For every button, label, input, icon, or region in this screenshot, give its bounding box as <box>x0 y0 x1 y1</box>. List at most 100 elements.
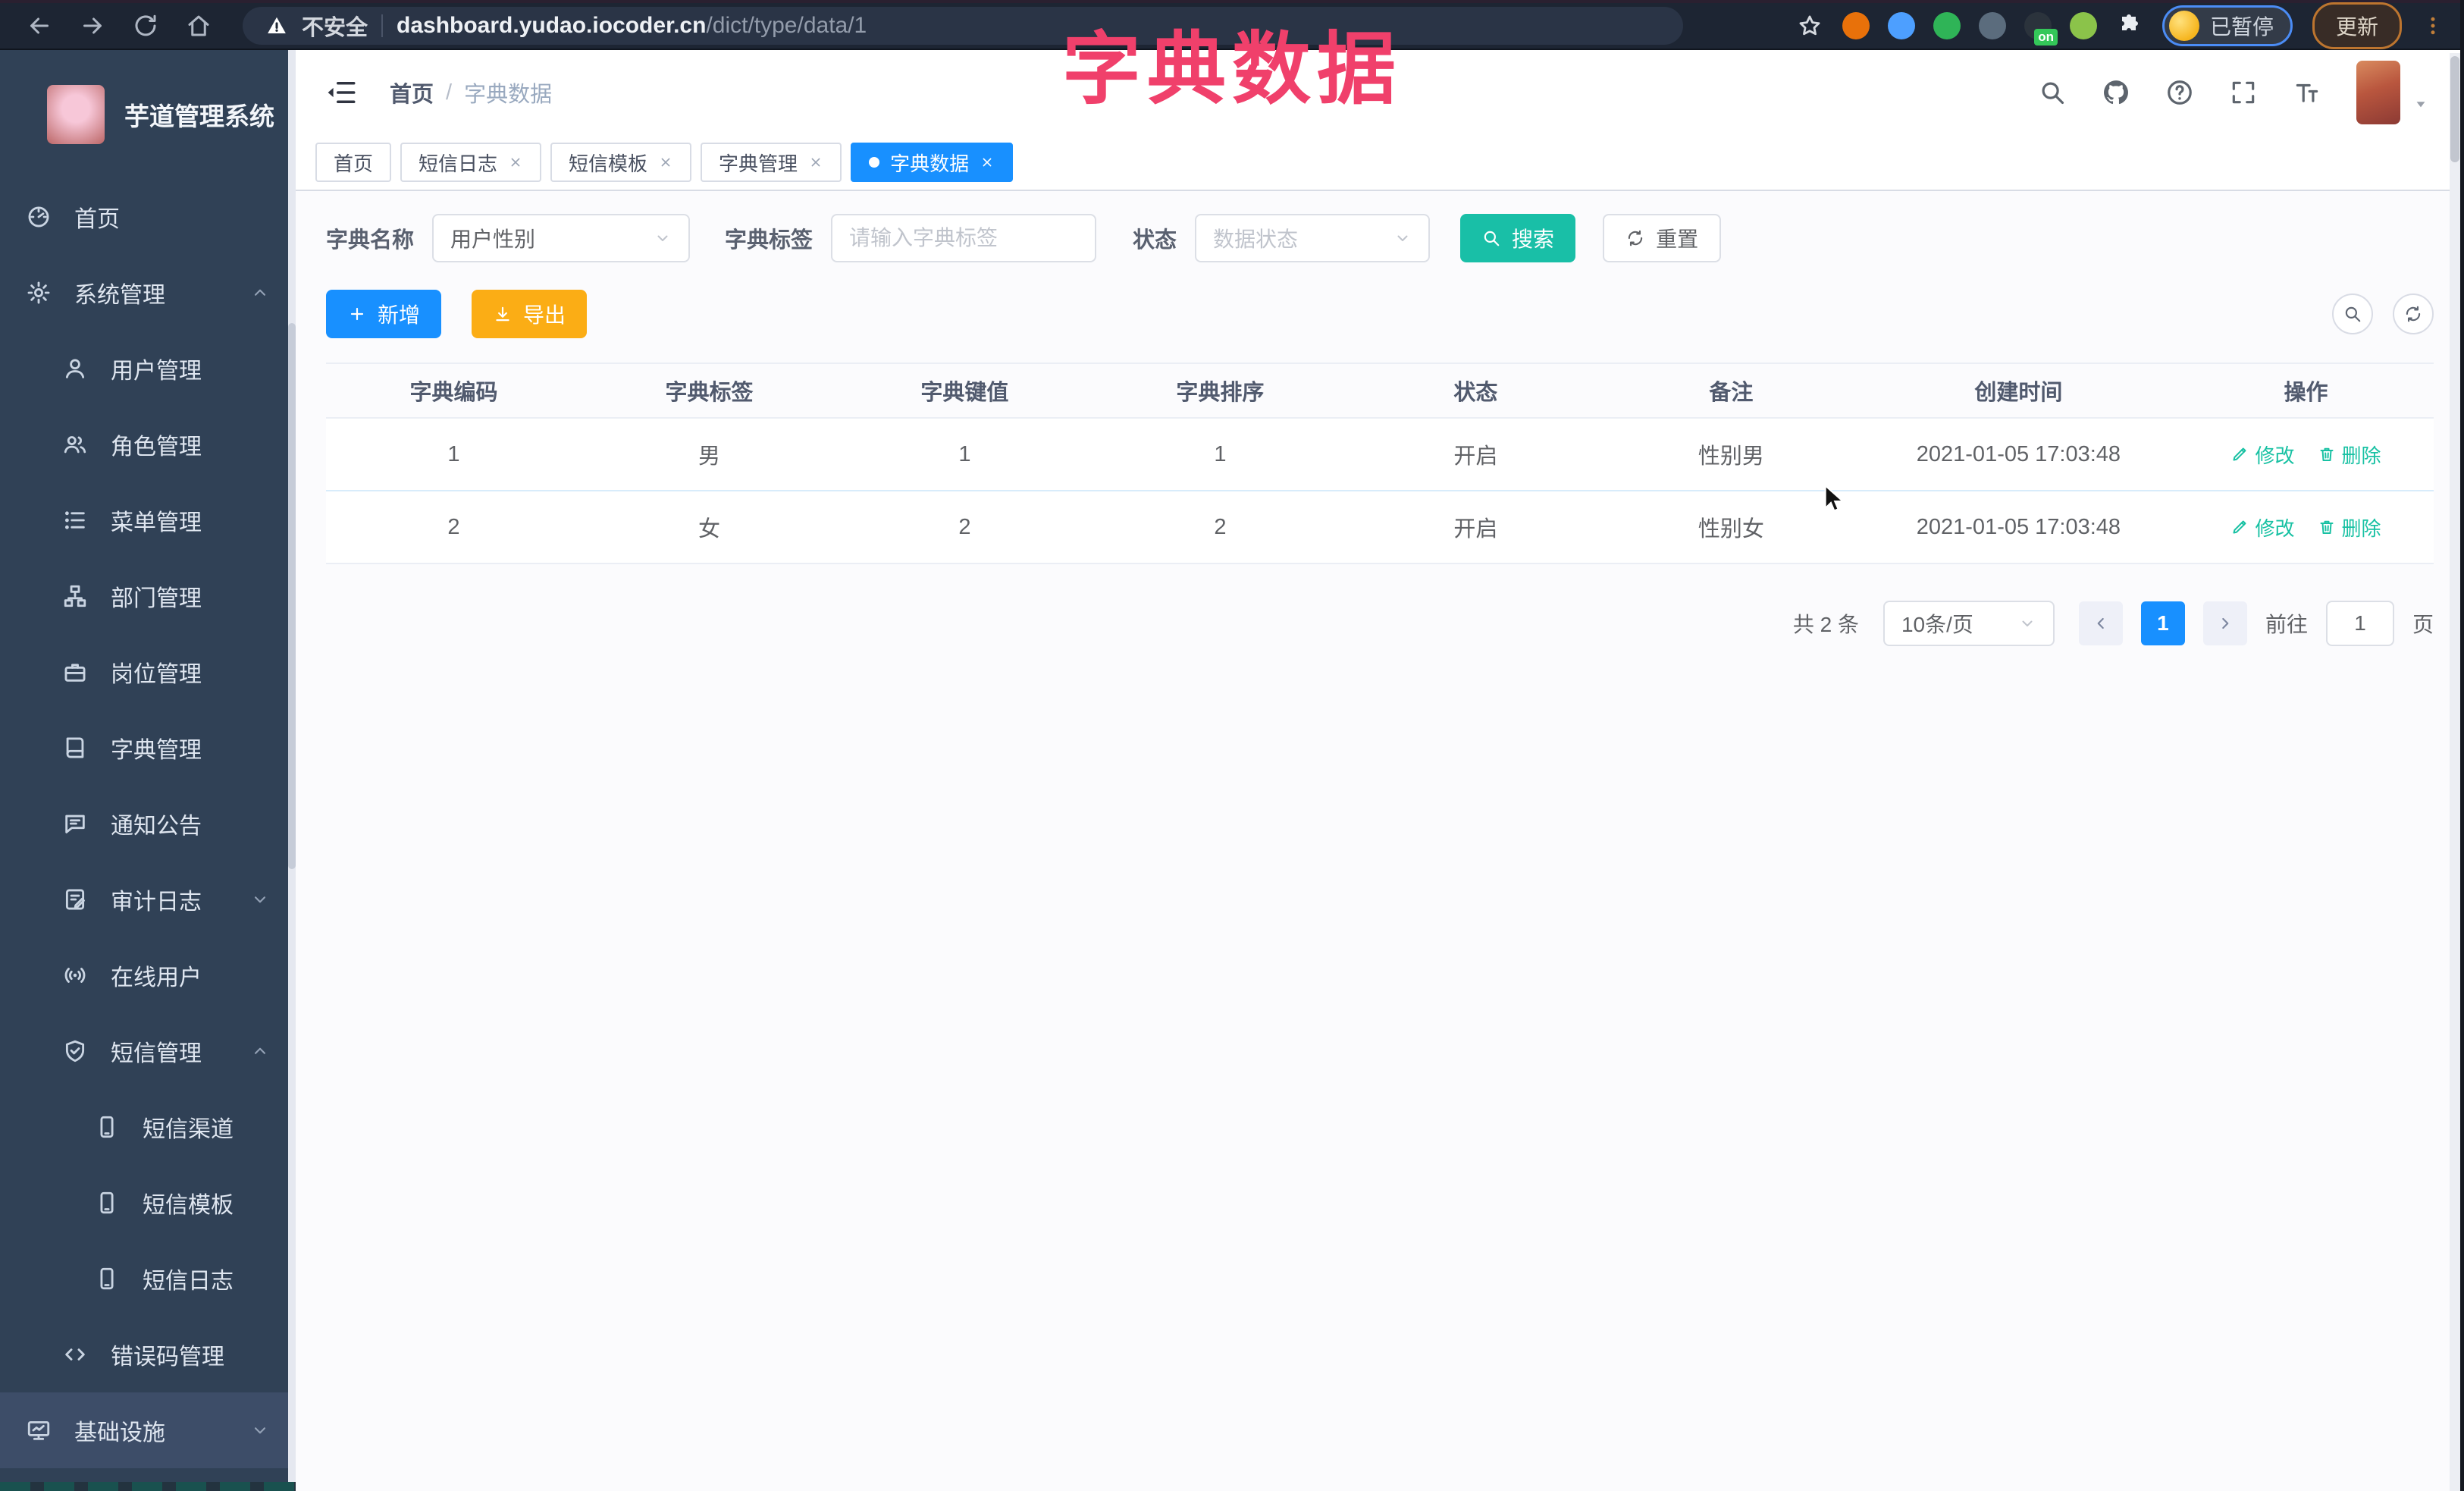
dict-label-input[interactable] <box>831 214 1097 262</box>
sidebar-scrollbar[interactable] <box>288 50 296 1491</box>
sidebar-item-label: 菜单管理 <box>111 510 202 535</box>
sidebar-item[interactable]: 通知公告 <box>0 786 296 862</box>
logo-row[interactable]: 芋道管理系统 <box>0 50 296 179</box>
sidebar-item[interactable]: 字典管理 <box>0 710 296 786</box>
table-cell-sort: 1 <box>1214 441 1227 466</box>
tab-item[interactable]: 首页 <box>315 143 392 182</box>
active-tab-dot <box>869 157 880 168</box>
goto-label: 前往 <box>2265 613 2308 636</box>
tab-label: 字典数据 <box>890 152 970 175</box>
table-cell-value: 2 <box>958 514 971 539</box>
refresh-table-button[interactable] <box>2393 293 2434 334</box>
close-icon[interactable] <box>808 155 823 170</box>
profile-status: 已暂停 <box>2209 15 2274 39</box>
close-icon[interactable] <box>508 155 523 170</box>
dict-name-label: 字典名称 <box>326 228 415 253</box>
table-toolbar: 新增 导出 <box>326 290 2434 338</box>
window-scrollbar-thumb[interactable] <box>2450 56 2459 162</box>
user-avatar[interactable] <box>2356 61 2400 124</box>
sidebar-scrollbar-thumb[interactable] <box>288 323 296 869</box>
dict-name-select[interactable]: 用户性别 <box>432 214 691 262</box>
chevron-down-icon <box>250 1420 270 1440</box>
close-icon[interactable] <box>980 155 995 170</box>
sidebar-item[interactable]: 审计日志 <box>0 862 296 937</box>
sidebar-item[interactable]: 菜单管理 <box>0 482 296 558</box>
toggle-search-button[interactable] <box>2332 293 2373 334</box>
chevron-up-icon <box>250 283 270 303</box>
fullscreen-icon[interactable] <box>2229 78 2258 107</box>
tab-label: 字典管理 <box>719 152 798 175</box>
tab-active[interactable]: 字典数据 <box>851 143 1014 182</box>
tab-item[interactable]: 短信模板 <box>550 143 692 182</box>
browser-menu-icon[interactable] <box>2422 13 2444 39</box>
edit-link[interactable]: 修改 <box>2230 513 2295 541</box>
tab-item[interactable]: 短信日志 <box>400 143 542 182</box>
sidebar-item[interactable]: 岗位管理 <box>0 634 296 710</box>
table-header-row: 字典编码 字典标签 字典键值 字典排序 状态 备注 创建时间 操作 <box>326 364 2434 419</box>
sidebar-item[interactable]: 错误码管理 <box>0 1317 296 1392</box>
delete-link[interactable]: 删除 <box>2318 441 2381 469</box>
sidebar-item[interactable]: 短信日志 <box>0 1241 296 1317</box>
browser-profile-chip[interactable]: 已暂停 <box>2161 5 2293 46</box>
page-size-select[interactable]: 10条/页 <box>1882 601 2055 646</box>
help-icon[interactable] <box>2165 78 2194 107</box>
extensions-puzzle-icon[interactable] <box>2115 12 2143 39</box>
overlay-title: 字典数据 <box>1061 26 1403 114</box>
sidebar-toggle-icon[interactable] <box>326 77 358 108</box>
ext-green-icon[interactable] <box>2069 12 2097 39</box>
sidebar-item[interactable]: 在线用户 <box>0 937 296 1013</box>
trash-icon <box>2318 518 2336 536</box>
sidebar-item[interactable]: 用户管理 <box>0 331 296 406</box>
breadcrumb-home[interactable]: 首页 <box>390 77 434 108</box>
sidebar-item[interactable]: 首页 <box>0 179 296 255</box>
table-cell-created: 2021-01-05 17:03:48 <box>1916 514 2121 539</box>
sidebar-item-label: 用户管理 <box>111 359 202 384</box>
next-page-button[interactable] <box>2202 601 2247 645</box>
sidebar-item[interactable]: 基础设施 <box>0 1392 296 1468</box>
current-page[interactable]: 1 <box>2140 601 2185 645</box>
avatar-caret-icon[interactable] <box>2411 94 2431 114</box>
reload-icon[interactable] <box>132 12 159 39</box>
profile-avatar-emoji <box>2168 11 2199 41</box>
edit-link[interactable]: 修改 <box>2230 441 2295 469</box>
ext-orange-icon[interactable] <box>1842 12 1870 39</box>
table-cell-actions: 修改 删除 <box>2178 441 2434 469</box>
window-scrollbar[interactable] <box>2450 53 2460 1491</box>
breadcrumb-separator: / <box>446 80 453 105</box>
app-logo <box>47 85 105 144</box>
sidebar-item[interactable]: 角色管理 <box>0 406 296 482</box>
sidebar-item[interactable]: 短信模板 <box>0 1165 296 1241</box>
address-bar[interactable]: 不安全 dashboard.yudao.iocoder.cn/dict/type… <box>243 7 1683 45</box>
browser-right-cluster: on 已暂停 更新 <box>1797 2 2444 49</box>
add-button[interactable]: 新增 <box>326 290 442 338</box>
delete-link[interactable]: 删除 <box>2318 513 2381 541</box>
sidebar-item-label: 通知公告 <box>111 814 202 839</box>
ext-location-icon[interactable] <box>1887 12 1915 39</box>
status-select[interactable]: 数据状态 <box>1195 214 1431 262</box>
reset-button[interactable]: 重置 <box>1603 214 1722 262</box>
browser-update-button[interactable]: 更新 <box>2312 2 2402 49</box>
sidebar-item[interactable]: 短信渠道 <box>0 1089 296 1165</box>
ext-check-green-icon[interactable] <box>1933 12 1961 39</box>
home-icon[interactable] <box>185 12 212 39</box>
github-icon[interactable] <box>2102 78 2130 107</box>
tab-item[interactable]: 字典管理 <box>701 143 842 182</box>
sidebar-item[interactable]: 短信管理 <box>0 1013 296 1089</box>
search-icon[interactable] <box>2038 78 2067 107</box>
prev-page-button[interactable] <box>2078 601 2123 645</box>
url-path: /dict/type/data/1 <box>706 13 867 38</box>
sidebar-item[interactable]: 部门管理 <box>0 558 296 634</box>
bookmark-star-icon[interactable] <box>1797 13 1823 39</box>
back-icon[interactable] <box>26 12 53 39</box>
code-icon <box>62 1342 88 1367</box>
goto-page-input[interactable] <box>2325 601 2394 646</box>
ext-dark-on-icon[interactable]: on <box>2024 12 2058 46</box>
mouse-cursor <box>1818 482 1850 514</box>
ext-stats-icon[interactable] <box>1978 12 2006 39</box>
search-button[interactable]: 搜索 <box>1460 214 1576 262</box>
export-button[interactable]: 导出 <box>472 290 588 338</box>
sidebar-item[interactable]: 系统管理 <box>0 255 296 331</box>
font-size-icon[interactable] <box>2293 78 2321 107</box>
close-icon[interactable] <box>658 155 673 170</box>
forward-icon[interactable] <box>79 12 106 39</box>
